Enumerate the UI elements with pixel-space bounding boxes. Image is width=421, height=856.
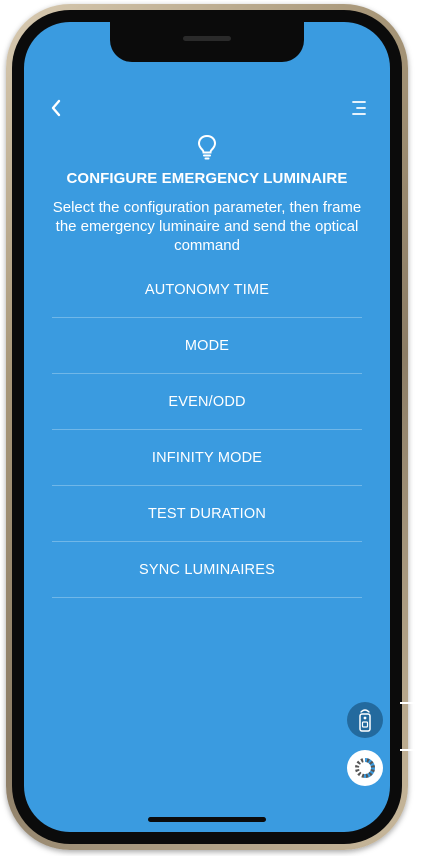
page-title: CONFIGURE EMERGENCY LUMINAIRE xyxy=(66,170,348,187)
callout-line-loading xyxy=(400,749,421,751)
page-instructions: Select the configuration parameter, then… xyxy=(52,199,362,254)
option-sync-luminaires[interactable]: SYNC LUMINAIRES xyxy=(52,542,362,598)
speaker-grille xyxy=(183,36,231,41)
phone-frame: CONFIGURE EMERGENCY LUMINAIRE Select the… xyxy=(6,4,408,850)
config-parameter-list: AUTONOMY TIME MODE EVEN/ODD INFINITY MOD… xyxy=(52,262,362,598)
remote-control-icon xyxy=(359,709,371,732)
option-autonomy-time[interactable]: AUTONOMY TIME xyxy=(52,262,362,318)
option-mode[interactable]: MODE xyxy=(52,318,362,374)
back-button[interactable] xyxy=(46,96,66,120)
phone-bezel: CONFIGURE EMERGENCY LUMINAIRE Select the… xyxy=(12,10,402,844)
chevron-left-icon xyxy=(51,99,61,117)
lightbulb-icon xyxy=(196,134,218,160)
option-infinity-mode[interactable]: INFINITY MODE xyxy=(52,430,362,486)
app-screen: CONFIGURE EMERGENCY LUMINAIRE Select the… xyxy=(24,22,390,832)
remote-control-button[interactable] xyxy=(347,702,383,738)
loading-ring-icon xyxy=(355,758,375,778)
notch xyxy=(110,22,304,62)
loading-button[interactable] xyxy=(347,750,383,786)
option-test-duration[interactable]: TEST DURATION xyxy=(52,486,362,542)
menu-button[interactable] xyxy=(348,98,368,118)
home-indicator xyxy=(148,817,266,822)
menu-lines-icon xyxy=(352,101,366,115)
callout-line-remote xyxy=(400,702,421,704)
option-even-odd[interactable]: EVEN/ODD xyxy=(52,374,362,430)
